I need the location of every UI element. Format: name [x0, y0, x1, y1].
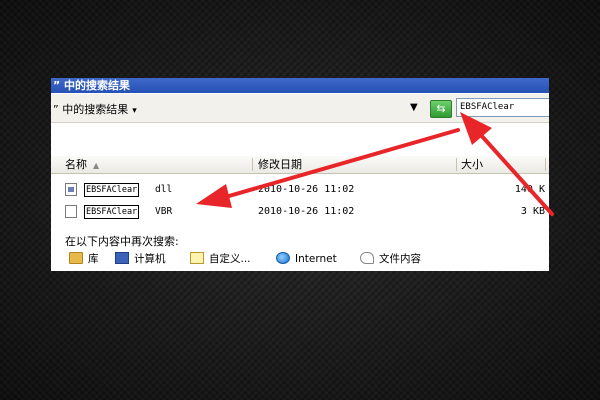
search-location-internet[interactable]: Internet: [276, 251, 337, 267]
window-title: ” 中的搜索结果: [51, 78, 549, 93]
column-header-name[interactable]: 名称 ▲: [65, 156, 99, 173]
go-arrow-icon[interactable]: ⇆: [430, 100, 452, 118]
file-name: EBSFAClear: [84, 205, 140, 219]
address-breadcrumb[interactable]: ” 中的搜索结果 ▾: [53, 101, 137, 117]
file-row[interactable]: EBSFAClear VBR 2010-10-26 11:02 3 KB: [65, 204, 545, 220]
search-location-library[interactable]: 库: [69, 251, 99, 267]
custom-folder-icon: [190, 252, 204, 264]
search-location-custom[interactable]: 自定义...: [190, 251, 251, 267]
file-size: 3 KB: [520, 206, 545, 217]
address-bar: ” 中的搜索结果 ▾ ▼ ⇆ EBSFAClear: [51, 94, 549, 123]
file-content-icon: [360, 252, 374, 264]
file-name: EBSFAClear: [84, 183, 140, 197]
generic-file-icon: [65, 205, 77, 218]
chevron-down-icon[interactable]: ▾: [132, 106, 137, 116]
search-location-label: 计算机: [134, 253, 166, 265]
computer-icon: [115, 252, 129, 264]
explorer-window: ” 中的搜索结果 ” 中的搜索结果 ▾ ▼ ⇆ EBSFAClear 名称 ▲ 修改…: [51, 78, 549, 271]
file-extension: dll: [155, 184, 173, 195]
column-header-size[interactable]: 大小: [461, 156, 483, 173]
column-header-date[interactable]: 修改日期: [258, 156, 302, 173]
column-divider[interactable]: [456, 158, 457, 171]
file-size: 140 K: [514, 184, 545, 195]
address-location: ” 中的搜索结果: [53, 103, 129, 116]
column-header-name-label: 名称: [65, 158, 87, 171]
column-header-row: 名称 ▲ 修改日期 大小: [51, 156, 549, 174]
library-icon: [69, 252, 83, 264]
column-divider[interactable]: [545, 158, 546, 171]
search-location-label: 文件内容: [379, 253, 421, 265]
search-location-label: 库: [88, 253, 99, 265]
column-divider[interactable]: [252, 158, 253, 171]
search-input[interactable]: EBSFAClear: [456, 98, 549, 117]
search-again-label: 在以下内容中再次搜索:: [65, 235, 179, 248]
search-location-label: Internet: [295, 253, 337, 265]
search-location-computer[interactable]: 计算机: [115, 251, 166, 267]
internet-explorer-icon: [276, 252, 290, 264]
search-location-file-content[interactable]: 文件内容: [360, 251, 421, 267]
file-row[interactable]: EBSFAClear dll 2010-10-26 11:02 140 K: [65, 182, 545, 198]
dll-file-icon: [65, 183, 77, 196]
address-dropdown-icon[interactable]: ▼: [410, 102, 418, 113]
search-location-label: 自定义...: [209, 253, 251, 265]
file-modified-date: 2010-10-26 11:02: [258, 184, 355, 195]
sort-ascending-icon: ▲: [93, 161, 100, 170]
file-modified-date: 2010-10-26 11:02: [258, 206, 355, 217]
file-extension: VBR: [155, 206, 173, 217]
